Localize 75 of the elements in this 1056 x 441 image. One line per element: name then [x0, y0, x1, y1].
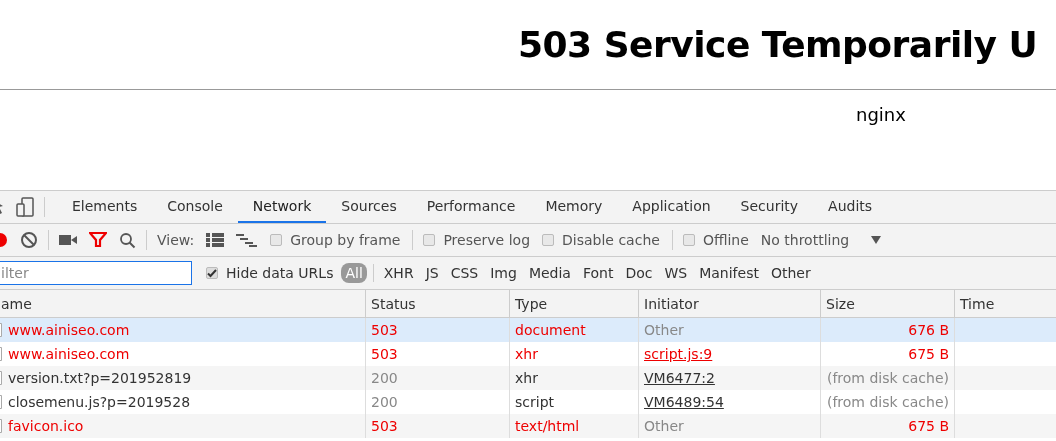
type-filter[interactable]: WS	[660, 263, 692, 283]
request-size: (from disk cache)	[826, 370, 949, 386]
request-size: (from disk cache)	[826, 394, 949, 410]
request-type: text/html	[515, 418, 580, 434]
view-label: View:	[157, 232, 195, 248]
type-filter[interactable]: Manifest	[695, 263, 763, 283]
initiator-link[interactable]: script.js:9	[644, 346, 713, 362]
table-row[interactable]: favicon.ico 503 text/html Other 675 B	[0, 414, 1056, 438]
large-rows-icon[interactable]	[206, 233, 225, 247]
checkbox-label: Disable cache	[562, 232, 660, 248]
type-filter[interactable]: Media	[524, 263, 575, 283]
table-row[interactable]: www.ainiseo.com 503 document Other 676 B	[0, 318, 1056, 342]
request-type: xhr	[515, 346, 538, 362]
request-name[interactable]: closemenu.js?p=2019528	[8, 394, 191, 410]
type-filter[interactable]: Img	[486, 263, 521, 283]
checkbox[interactable]	[542, 234, 555, 246]
panel-tab[interactable]: Performance	[411, 191, 531, 223]
search-icon[interactable]	[119, 231, 136, 249]
panel-tab[interactable]: Audits	[813, 191, 888, 223]
initiator-text: Other	[644, 418, 684, 434]
type-filter[interactable]: Doc	[621, 263, 657, 283]
request-type: xhr	[515, 370, 538, 386]
type-filter[interactable]: Other	[766, 263, 815, 283]
waterfall-icon[interactable]	[236, 233, 259, 247]
checkbox-label: Offline	[702, 232, 749, 248]
panel-tab[interactable]: Elements	[57, 191, 153, 223]
type-filter[interactable]: JS	[421, 263, 443, 283]
panel-tab[interactable]: Console	[152, 191, 238, 223]
type-filter[interactable]: CSS	[446, 263, 483, 283]
request-type: document	[515, 322, 586, 338]
column-header[interactable]: Time	[960, 295, 995, 312]
panel-tab[interactable]: Sources	[326, 191, 412, 223]
checkbox[interactable]	[270, 234, 283, 246]
device-icon[interactable]	[16, 197, 34, 217]
request-size: 675 B	[908, 346, 949, 362]
request-size: 675 B	[908, 418, 949, 434]
initiator-link[interactable]: VM6477:2	[644, 370, 715, 386]
clear-icon[interactable]	[20, 231, 38, 249]
checkbox[interactable]	[423, 234, 436, 246]
request-name[interactable]: www.ainiseo.com	[8, 346, 130, 362]
column-header[interactable]: Type	[515, 295, 548, 312]
column-header[interactable]: Status	[371, 295, 416, 312]
column-header[interactable]: ame	[1, 295, 32, 312]
status-code: 503	[371, 418, 398, 434]
throttling-dropdown[interactable]: No throttling	[760, 232, 850, 248]
status-code: 503	[371, 346, 398, 362]
request-name[interactable]: version.txt?p=201952819	[8, 370, 192, 386]
panel-tab[interactable]: Security	[725, 191, 814, 223]
page-heading: 503 Service Temporarily U	[518, 24, 1038, 65]
checkbox[interactable]	[682, 234, 695, 246]
request-size: 676 B	[908, 322, 949, 338]
checkbox-label: Group by frame	[290, 232, 401, 248]
panel-tab[interactable]: Memory	[530, 191, 618, 223]
video-camera-icon[interactable]	[59, 234, 77, 246]
checkbox-label: Hide data URLs	[226, 265, 334, 281]
server-name: nginx	[856, 104, 906, 125]
panel-tab[interactable]: Application	[617, 191, 726, 223]
request-name[interactable]: www.ainiseo.com	[8, 322, 130, 338]
dropdown-arrow-icon[interactable]	[871, 236, 882, 244]
column-header[interactable]: Initiator	[644, 295, 699, 312]
initiator-link[interactable]: VM6489:54	[644, 394, 724, 410]
initiator-text: Other	[644, 322, 684, 338]
checkbox[interactable]	[206, 267, 218, 279]
table-row[interactable]: version.txt?p=201952819 200 xhr VM6477:2 (from disk cache)	[0, 366, 1056, 390]
type-filter[interactable]: Font	[578, 263, 618, 283]
column-header[interactable]: Size	[826, 295, 855, 312]
request-name[interactable]: favicon.ico	[8, 418, 84, 434]
filter-icon[interactable]	[89, 232, 107, 248]
checkbox-label: Preserve log	[443, 232, 531, 248]
filter-field[interactable]: ilter	[0, 261, 192, 285]
status-code: 200	[371, 394, 398, 410]
status-code: 503	[371, 322, 398, 338]
status-code: 200	[371, 370, 398, 386]
type-filter[interactable]: XHR	[379, 263, 418, 283]
request-type: script	[515, 394, 554, 410]
